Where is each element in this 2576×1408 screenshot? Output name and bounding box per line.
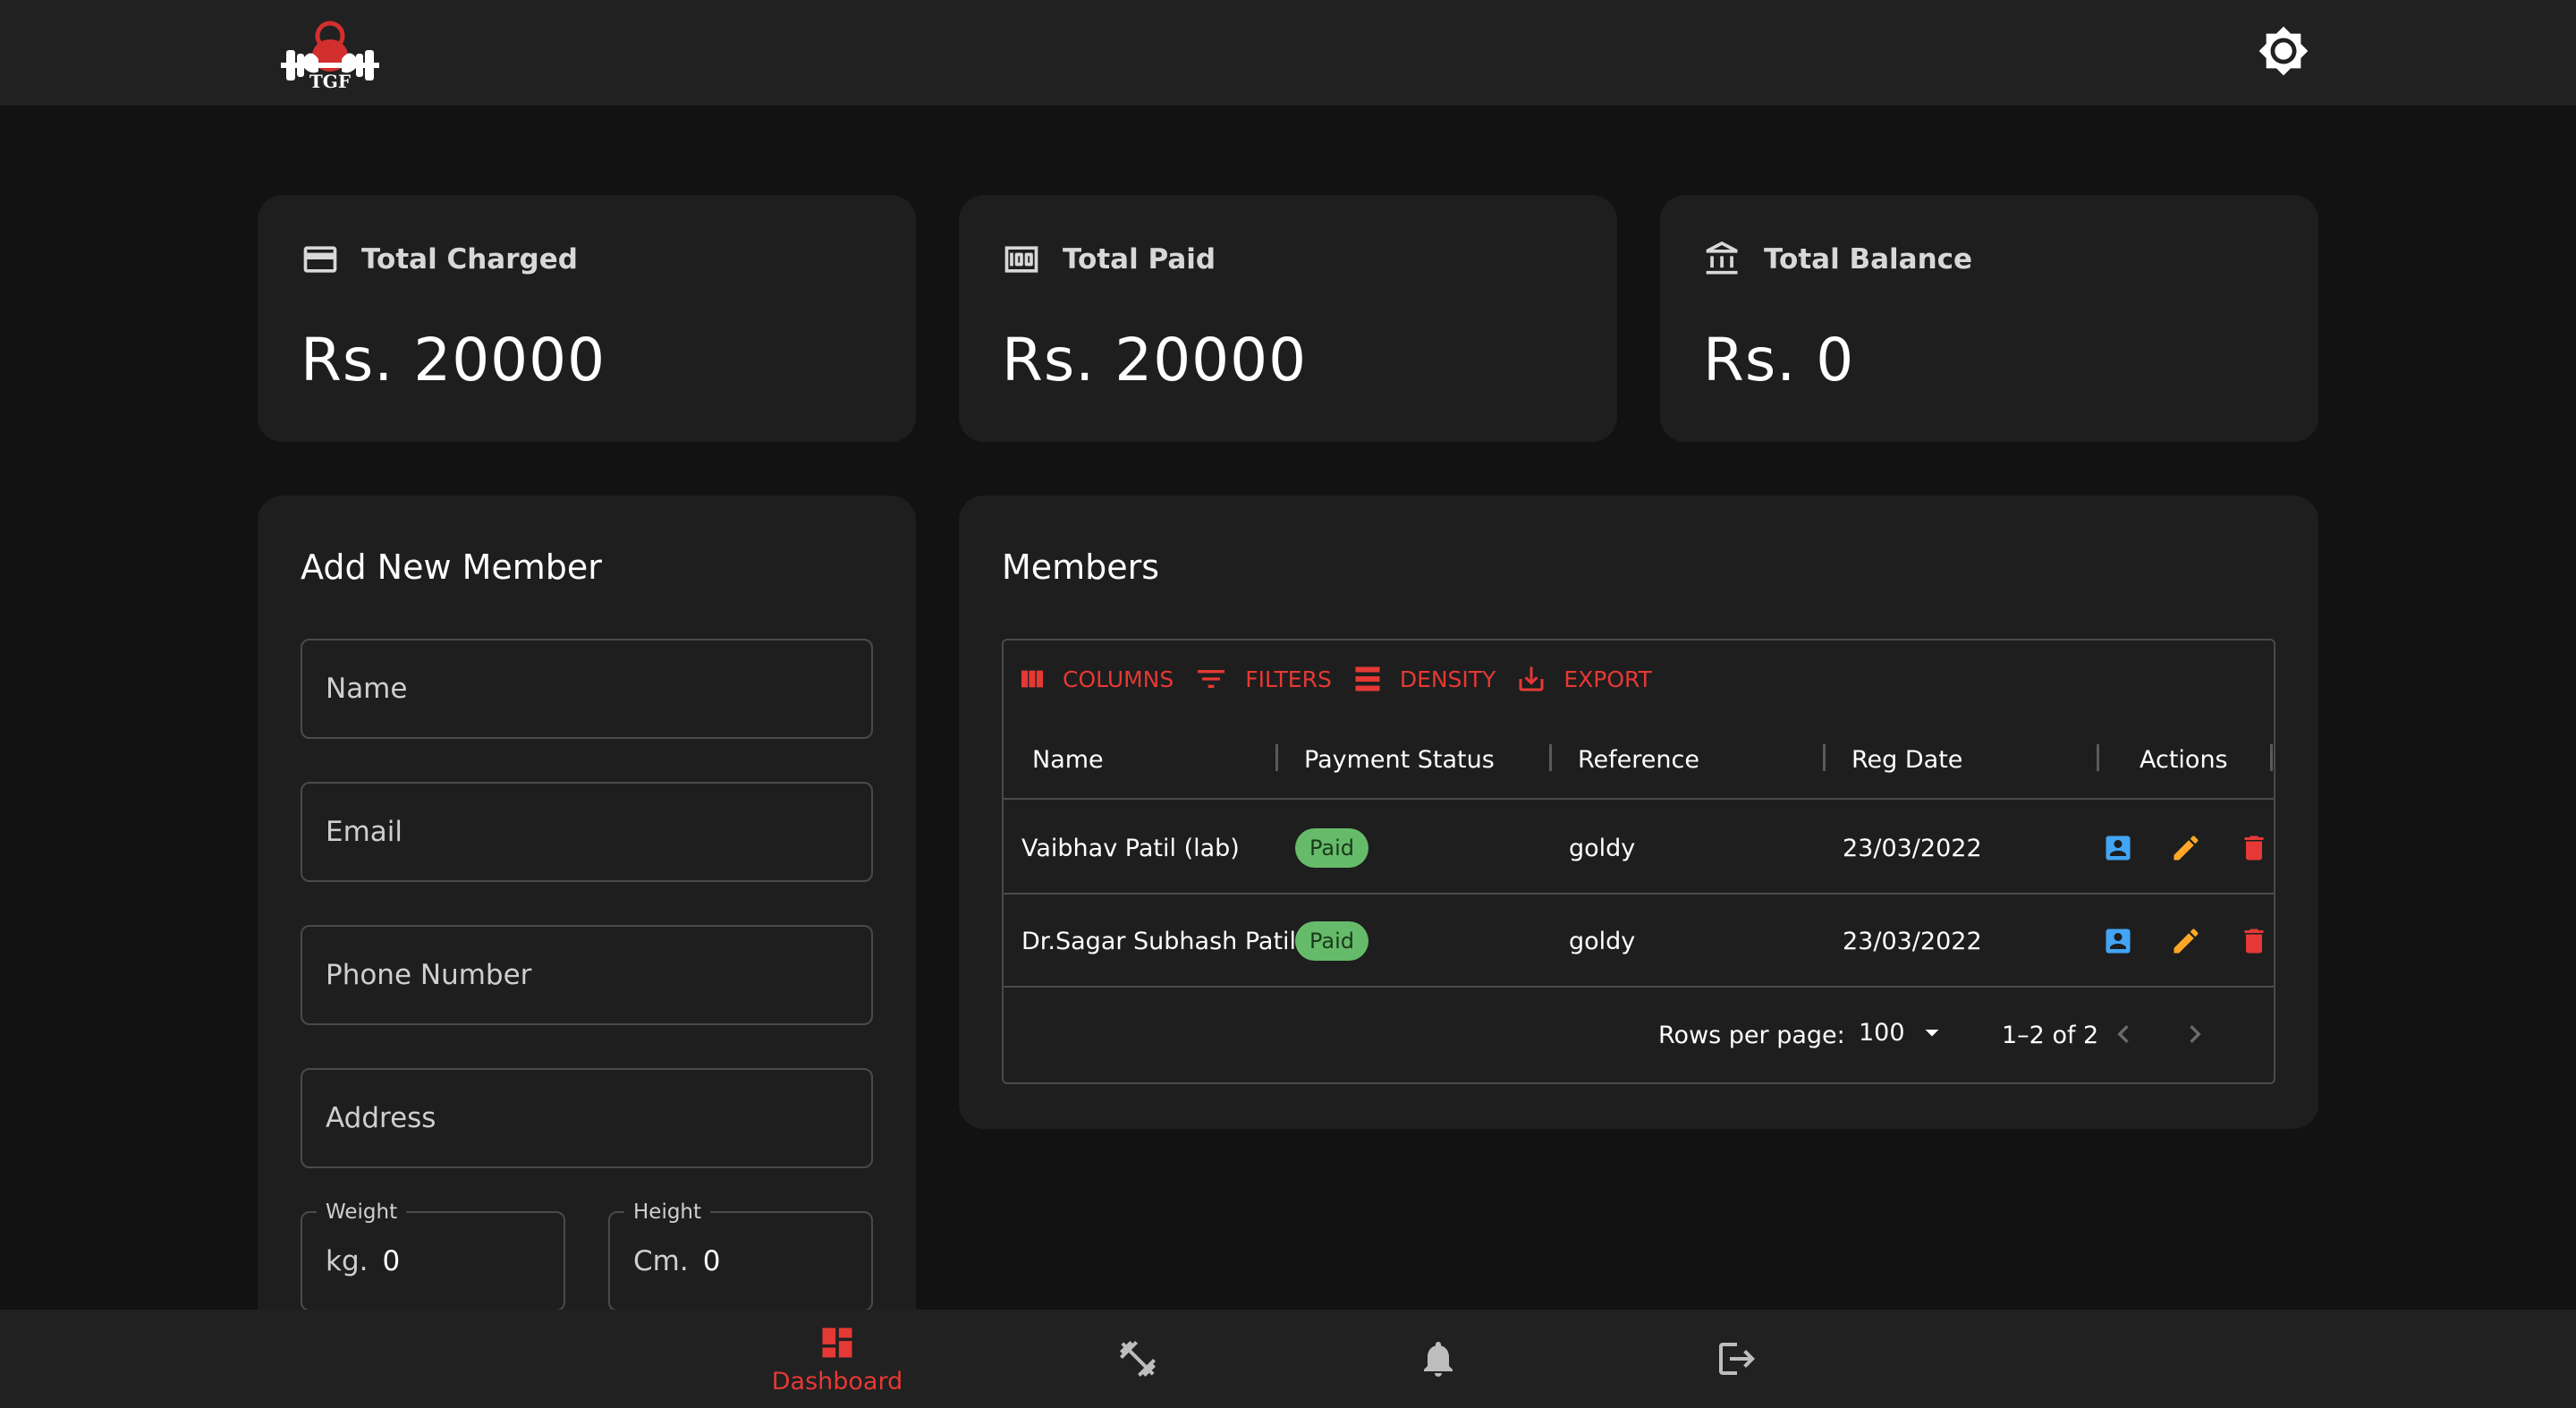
weight-unit: kg. (326, 1245, 369, 1277)
phone-placeholder: Phone Number (326, 959, 532, 991)
view-profile-icon[interactable] (2102, 925, 2134, 957)
download-icon (1519, 666, 1544, 691)
member-reg-date: 23/03/2022 (1843, 834, 1982, 862)
view-profile-icon[interactable] (2102, 832, 2134, 864)
column-header-payment-status[interactable]: Payment Status (1304, 719, 1495, 800)
density-button[interactable]: DENSITY (1352, 663, 1496, 695)
edit-icon[interactable] (2170, 925, 2202, 957)
logout-icon (1719, 1343, 1755, 1375)
column-separator[interactable] (2270, 744, 2273, 771)
grid-toolbar: COLUMNS FILTERS DENSITY EXPORT (1018, 660, 1672, 698)
bank-icon (1706, 241, 1738, 275)
bottom-navigation: Dashboard (0, 1310, 2576, 1408)
member-name: Dr.Sagar Subhash Patil (1021, 927, 1297, 955)
column-separator[interactable] (1275, 744, 1278, 771)
svg-text:TGF: TGF (309, 71, 351, 89)
height-value: 0 (702, 1245, 721, 1277)
column-header-actions: Actions (2140, 745, 2228, 774)
previous-page-icon[interactable] (2106, 1016, 2141, 1052)
add-member-title: Add New Member (301, 547, 602, 587)
table-row[interactable]: Vaibhav Patil (lab) Paid goldy 23/03/202… (1004, 802, 2274, 895)
weight-label: Weight (317, 1200, 407, 1224)
member-reference: goldy (1569, 927, 1636, 955)
column-separator[interactable] (2097, 744, 2099, 771)
stat-card-total-paid: Total Paid Rs. 20000 (959, 195, 1617, 442)
stat-title: Total Balance (1764, 243, 1973, 276)
rows-per-page-select[interactable]: 100 (1859, 1016, 1948, 1048)
edit-icon[interactable] (2170, 832, 2202, 864)
stat-title: Total Charged (361, 243, 578, 276)
credit-card-icon (303, 246, 337, 273)
add-member-card: Add New Member Name Email Phone Number A… (258, 496, 916, 1408)
address-placeholder: Address (326, 1102, 436, 1134)
nav-fitness[interactable] (1100, 1310, 1175, 1408)
nav-logout[interactable] (1699, 1310, 1775, 1408)
dropdown-arrow-icon (1925, 1030, 1939, 1037)
grid-header-row: Name Payment Status Reference Reg Date A… (1004, 719, 2274, 800)
stat-value: Rs. 20000 (1002, 326, 1308, 394)
column-header-reg-date[interactable]: Reg Date (1852, 719, 1962, 800)
height-label: Height (624, 1200, 711, 1224)
fitness-icon (1120, 1341, 1156, 1377)
column-header-name[interactable]: Name (1032, 719, 1104, 800)
height-field[interactable]: Height Cm. 0 (608, 1200, 873, 1311)
column-header-reference[interactable]: Reference (1578, 719, 1699, 800)
name-field[interactable]: Name (301, 639, 873, 739)
weight-field[interactable]: Weight kg. 0 (301, 1200, 565, 1311)
email-placeholder: Email (326, 816, 403, 848)
top-app-bar: TGF (0, 0, 2576, 106)
columns-label: COLUMNS (1063, 666, 1174, 692)
column-separator[interactable] (1549, 744, 1552, 771)
payment-status-badge: Paid (1295, 921, 1369, 961)
rows-per-page-value: 100 (1859, 1018, 1905, 1047)
members-card: Members COLUMNS FILTERS DENSITY EXPORT N… (959, 496, 2318, 1129)
nav-dashboard[interactable]: Dashboard (764, 1310, 911, 1408)
columns-button[interactable]: COLUMNS (1018, 665, 1174, 693)
email-field[interactable]: Email (301, 782, 873, 882)
export-button[interactable]: EXPORT (1515, 663, 1652, 695)
name-placeholder: Name (326, 673, 408, 705)
members-data-grid: COLUMNS FILTERS DENSITY EXPORT Name Paym… (1002, 639, 2275, 1084)
member-reference: goldy (1569, 834, 1636, 862)
phone-field[interactable]: Phone Number (301, 925, 873, 1025)
export-label: EXPORT (1563, 666, 1652, 692)
pagination-range: 1–2 of 2 (2002, 1022, 2099, 1049)
stat-card-total-balance: Total Balance Rs. 0 (1660, 195, 2318, 442)
filters-label: FILTERS (1245, 666, 1332, 692)
columns-icon (1021, 670, 1043, 688)
density-icon (1355, 666, 1380, 691)
money-icon (1004, 246, 1038, 273)
stat-card-total-charged: Total Charged Rs. 20000 (258, 195, 916, 442)
member-reg-date: 23/03/2022 (1843, 927, 1982, 955)
filter-icon (1198, 670, 1225, 688)
bell-icon (1424, 1342, 1453, 1377)
height-unit: Cm. (633, 1245, 689, 1277)
stat-value: Rs. 0 (1703, 326, 1855, 394)
table-row[interactable]: Dr.Sagar Subhash Patil Paid goldy 23/03/… (1004, 895, 2274, 988)
dashboard-icon (822, 1327, 852, 1357)
delete-icon[interactable] (2238, 925, 2270, 957)
address-field[interactable]: Address (301, 1068, 873, 1168)
stat-title: Total Paid (1063, 243, 1216, 276)
grid-pagination: Rows per page: 100 1–2 of 2 (1004, 986, 2274, 1082)
weight-value: 0 (382, 1245, 401, 1277)
next-page-icon[interactable] (2177, 1016, 2213, 1052)
stat-value: Rs. 20000 (301, 326, 606, 394)
payment-status-badge: Paid (1295, 828, 1369, 868)
brightness-icon[interactable] (2258, 25, 2309, 77)
members-title: Members (1002, 547, 1160, 587)
column-separator[interactable] (1823, 744, 1826, 771)
filters-button[interactable]: FILTERS (1193, 661, 1332, 697)
delete-icon[interactable] (2238, 832, 2270, 864)
rows-per-page-label: Rows per page: (1658, 1022, 1845, 1049)
tgf-logo: TGF (272, 16, 388, 92)
nav-notifications[interactable] (1401, 1310, 1476, 1408)
nav-dashboard-label: Dashboard (771, 1367, 903, 1395)
member-name: Vaibhav Patil (lab) (1021, 834, 1240, 862)
density-label: DENSITY (1399, 666, 1496, 692)
